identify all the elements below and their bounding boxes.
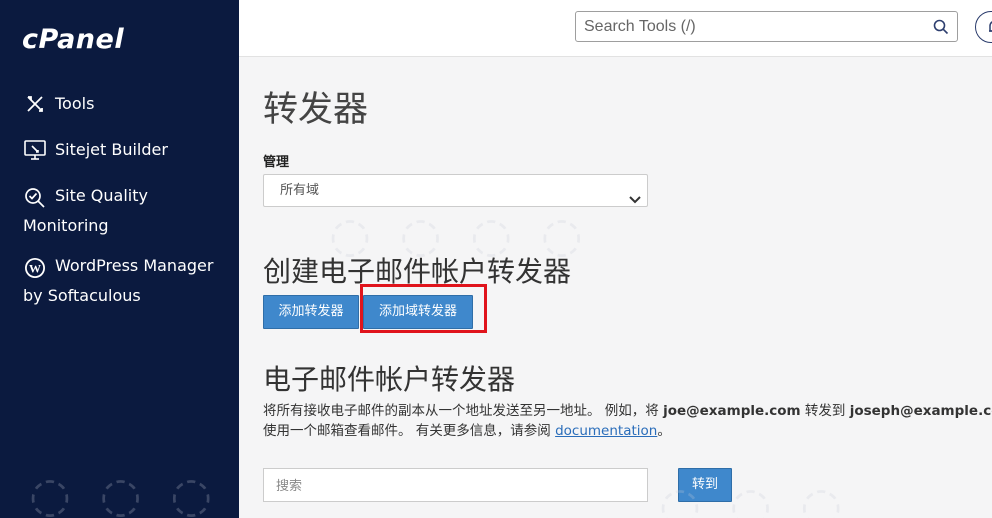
site-quality-icon	[23, 186, 47, 210]
sidebar-item-label-line2: Monitoring	[23, 216, 109, 235]
svg-text:W: W	[29, 261, 41, 275]
email-forwarders-heading: 电子邮件帐户转发器	[263, 363, 516, 396]
chevron-down-icon	[629, 186, 641, 204]
sidebar-item-label: WordPress Manager	[55, 256, 214, 275]
go-button[interactable]: 转到	[678, 468, 732, 502]
desc-text: 使用一个邮箱查看邮件。 有关更多信息，请参阅	[263, 423, 556, 439]
tools-icon	[23, 92, 47, 116]
add-forwarder-button[interactable]: 添加转发器	[263, 295, 359, 329]
main-content: ◌ ◌ ◌ ◌ 转发器 管理 所有域 创建电子邮件帐户转发器 添加转发器 添加域…	[29, 57, 992, 518]
forwarder-description: 将所有接收电子邮件的副本从一个地址发送至另一地址。 例如，将 joe@examp…	[263, 401, 992, 441]
highlight-box	[360, 284, 487, 333]
search-tools-input[interactable]	[576, 12, 957, 41]
sidebar-item-site-quality[interactable]: Site Quality Monitoring	[23, 181, 148, 241]
sidebar: cPanel Tools Sitejet Builder Site Qualit…	[0, 0, 239, 518]
notifications-button[interactable]	[975, 11, 992, 43]
forwarder-search	[263, 468, 648, 502]
sidebar-item-label: Site Quality	[55, 186, 148, 205]
cpanel-logo[interactable]: cPanel	[22, 24, 124, 55]
search-icon[interactable]	[933, 19, 949, 35]
sidebar-item-label: Sitejet Builder	[55, 140, 168, 159]
sidebar-item-label-line2: by Softaculous	[23, 286, 141, 305]
sitejet-icon	[23, 138, 47, 162]
forwarder-search-input[interactable]	[264, 469, 647, 501]
domain-select[interactable]: 所有域	[263, 174, 648, 207]
sidebar-item-wordpress[interactable]: W WordPress Manager by Softaculous	[23, 251, 213, 311]
domain-select-value: 所有域	[280, 183, 320, 198]
sidebar-item-sitejet[interactable]: Sitejet Builder	[23, 135, 168, 165]
page-title: 转发器	[263, 90, 369, 130]
desc-text: 转发到	[800, 403, 850, 419]
search-tools	[575, 11, 958, 42]
wordpress-icon: W	[23, 256, 47, 280]
manage-label: 管理	[263, 155, 290, 170]
top-header	[239, 0, 992, 57]
sidebar-item-tools[interactable]: Tools	[23, 89, 94, 119]
desc-text: 将所有接收电子邮件的副本从一个地址发送至另一地址。 例如，将	[263, 403, 664, 419]
documentation-link[interactable]: documentation	[555, 423, 657, 439]
desc-example-from: joe@example.com	[663, 403, 801, 419]
desc-example-to: joseph@example.co	[849, 403, 992, 419]
desc-text: 。	[657, 423, 671, 439]
sidebar-item-label: Tools	[55, 94, 95, 113]
bell-icon	[987, 19, 992, 40]
